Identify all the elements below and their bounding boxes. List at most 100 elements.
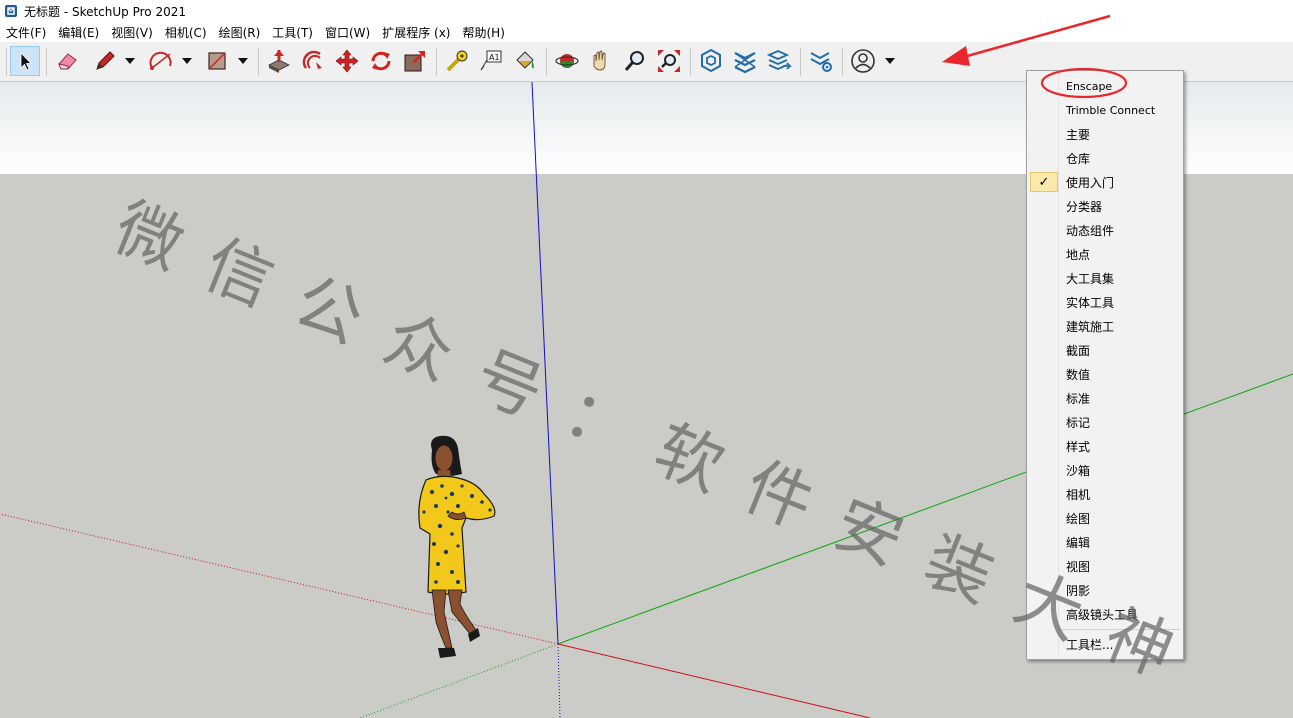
menu-item-label: 大工具集 xyxy=(1066,271,1115,286)
menu-item-styles[interactable]: 样式 xyxy=(1029,434,1181,458)
toolbars-context-menu[interactable]: Enscape Trimble Connect 主要 仓库 ✓ 使用入门 分类器… xyxy=(1026,70,1184,660)
menu-item-getting-started[interactable]: ✓ 使用入门 xyxy=(1029,170,1181,194)
menu-item-toolbars-dialog[interactable]: 工具栏... xyxy=(1029,632,1181,656)
menu-item-label: Trimble Connect xyxy=(1066,103,1156,117)
menu-item-label: 阴影 xyxy=(1066,583,1091,598)
orbit-tool-button[interactable] xyxy=(552,46,582,76)
trimble-connect-button[interactable] xyxy=(696,46,726,76)
menu-edit[interactable]: 编辑(E) xyxy=(52,24,105,41)
menu-draw[interactable]: 绘图(R) xyxy=(213,24,267,41)
menu-item-label: 标准 xyxy=(1066,391,1091,406)
paint-bucket-tool-button[interactable] xyxy=(510,46,540,76)
eraser-tool-button[interactable] xyxy=(52,46,82,76)
menu-view[interactable]: 视图(V) xyxy=(105,24,159,41)
menu-item-shadows[interactable]: 阴影 xyxy=(1029,578,1181,602)
text-icon: A1 xyxy=(480,50,502,71)
zoom-extents-icon xyxy=(658,50,680,72)
menu-bar: 文件(F) 编辑(E) 视图(V) 相机(C) 绘图(R) 工具(T) 窗口(W… xyxy=(0,22,1293,42)
menu-item-edit[interactable]: 编辑 xyxy=(1029,530,1181,554)
scale-tool-button[interactable] xyxy=(400,46,430,76)
chevron-down-icon xyxy=(125,58,135,64)
menu-item-label: 高级镜头工具 xyxy=(1066,607,1139,622)
menu-extensions[interactable]: 扩展程序 (x) xyxy=(376,24,456,41)
menu-item-classifier[interactable]: 分类器 xyxy=(1029,194,1181,218)
account-icon xyxy=(851,49,875,73)
menu-item-measurements[interactable]: 数值 xyxy=(1029,362,1181,386)
menu-separator xyxy=(1060,629,1180,630)
menu-item-label: 仓库 xyxy=(1066,151,1091,166)
scale-icon xyxy=(404,51,425,72)
menu-window[interactable]: 窗口(W) xyxy=(319,24,376,41)
offset-icon xyxy=(302,50,322,69)
menu-help[interactable]: 帮助(H) xyxy=(456,24,510,41)
menu-item-advanced-camera-tools[interactable]: 高级镜头工具 xyxy=(1029,602,1181,626)
chevron-down-icon xyxy=(238,58,248,64)
extension-warehouse-button[interactable] xyxy=(764,46,794,76)
menu-item-location[interactable]: 地点 xyxy=(1029,242,1181,266)
menu-item-drawing[interactable]: 绘图 xyxy=(1029,506,1181,530)
orbit-icon xyxy=(555,54,579,68)
trimble-connect-icon xyxy=(701,48,721,73)
pencil-dropdown-arrow[interactable] xyxy=(123,46,137,76)
menu-item-label: 主要 xyxy=(1066,127,1091,142)
toolbar-separator xyxy=(800,48,801,76)
menu-item-trimble-connect[interactable]: Trimble Connect xyxy=(1029,98,1181,122)
menu-item-sandbox[interactable]: 沙箱 xyxy=(1029,458,1181,482)
menu-item-warehouse[interactable]: 仓库 xyxy=(1029,146,1181,170)
menu-file[interactable]: 文件(F) xyxy=(0,24,52,41)
menu-item-construction[interactable]: 建筑施工 xyxy=(1029,314,1181,338)
rotate-tool-button[interactable] xyxy=(366,46,396,76)
text-tool-button[interactable]: A1 xyxy=(476,46,506,76)
3d-warehouse-button[interactable] xyxy=(730,46,760,76)
move-tool-button[interactable] xyxy=(332,46,362,76)
pencil-tool-button[interactable] xyxy=(90,46,120,76)
tape-measure-icon xyxy=(446,50,468,72)
arc-tool-button[interactable] xyxy=(146,46,176,76)
account-dropdown-arrow[interactable] xyxy=(883,46,897,76)
menu-item-label: 沙箱 xyxy=(1066,463,1091,478)
push-pull-tool-button[interactable] xyxy=(264,46,294,76)
chevron-down-icon xyxy=(885,58,895,64)
menu-item-main[interactable]: 主要 xyxy=(1029,122,1181,146)
eraser-icon xyxy=(58,53,77,70)
zoom-extents-tool-button[interactable] xyxy=(654,46,684,76)
menu-tools[interactable]: 工具(T) xyxy=(266,24,319,41)
menu-item-section[interactable]: 截面 xyxy=(1029,338,1181,362)
menu-item-enscape[interactable]: Enscape xyxy=(1029,74,1181,98)
extension-manager-button[interactable] xyxy=(806,46,836,76)
tape-measure-tool-button[interactable] xyxy=(442,46,472,76)
pan-tool-button[interactable] xyxy=(586,46,616,76)
chevron-down-icon xyxy=(182,58,192,64)
menu-item-large-tool-set[interactable]: 大工具集 xyxy=(1029,266,1181,290)
menu-item-standard[interactable]: 标准 xyxy=(1029,386,1181,410)
offset-tool-button[interactable] xyxy=(298,46,328,76)
rectangle-dropdown-arrow[interactable] xyxy=(236,46,250,76)
menu-item-solid-tools[interactable]: 实体工具 xyxy=(1029,290,1181,314)
sketchup-app-icon xyxy=(5,5,17,17)
zoom-tool-button[interactable] xyxy=(620,46,650,76)
toolbar-separator xyxy=(546,48,547,76)
arc-icon xyxy=(149,51,172,70)
toolbar-separator xyxy=(46,48,47,76)
select-tool-button[interactable] xyxy=(10,46,40,76)
menu-item-label: 使用入门 xyxy=(1066,175,1115,190)
window-title: 无标题 - SketchUp Pro 2021 xyxy=(24,4,186,19)
account-button[interactable] xyxy=(848,46,878,76)
menu-item-label: 动态组件 xyxy=(1066,223,1115,238)
pencil-icon xyxy=(96,51,115,70)
arc-dropdown-arrow[interactable] xyxy=(180,46,194,76)
menu-item-label: 编辑 xyxy=(1066,535,1091,550)
menu-item-tags[interactable]: 标记 xyxy=(1029,410,1181,434)
menu-item-label: 数值 xyxy=(1066,367,1091,382)
warehouse-icon xyxy=(734,52,756,74)
menu-camera[interactable]: 相机(C) xyxy=(159,24,213,41)
svg-text:A1: A1 xyxy=(489,53,500,62)
extension-manager-icon xyxy=(810,52,832,72)
menu-item-camera[interactable]: 相机 xyxy=(1029,482,1181,506)
toolbar-separator xyxy=(842,48,843,76)
menu-item-views[interactable]: 视图 xyxy=(1029,554,1181,578)
menu-item-label: 分类器 xyxy=(1066,199,1103,214)
menu-item-dynamic-components[interactable]: 动态组件 xyxy=(1029,218,1181,242)
rectangle-tool-button[interactable] xyxy=(202,46,232,76)
toolbar-grip[interactable] xyxy=(6,48,7,76)
